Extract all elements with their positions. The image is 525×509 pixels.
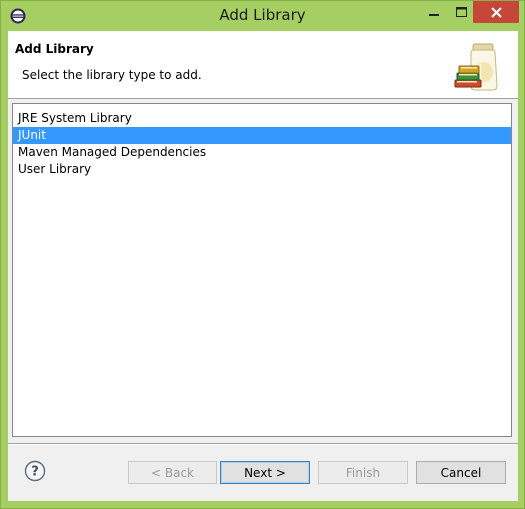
maximize-icon <box>456 7 467 17</box>
add-library-window: Add Library Add Library Select the libra… <box>0 0 525 509</box>
wizard-banner: Add Library Select the library type to a… <box>8 31 518 99</box>
banner-title: Add Library <box>15 42 94 56</box>
list-item[interactable]: JUnit <box>13 127 511 144</box>
help-icon[interactable]: ? <box>24 460 46 482</box>
cancel-button[interactable]: Cancel <box>416 461 506 484</box>
back-button[interactable]: < Back <box>128 461 217 484</box>
close-button[interactable] <box>473 1 519 23</box>
next-button[interactable]: Next > <box>220 461 310 484</box>
library-jar-icon <box>454 43 498 91</box>
banner-subtitle: Select the library type to add. <box>22 68 202 82</box>
list-item[interactable]: User Library <box>13 161 511 178</box>
close-icon <box>490 6 502 18</box>
minimize-icon <box>428 14 439 16</box>
list-item[interactable]: JRE System Library <box>13 110 511 127</box>
list-item[interactable]: Maven Managed Dependencies <box>13 144 511 161</box>
maximize-button[interactable] <box>448 1 475 23</box>
title-bar[interactable]: Add Library <box>1 1 524 31</box>
dialog-client-area: Add Library Select the library type to a… <box>8 31 518 501</box>
finish-button[interactable]: Finish <box>318 461 408 484</box>
library-type-list[interactable]: JRE System Library JUnit Maven Managed D… <box>12 103 512 437</box>
minimize-button[interactable] <box>420 1 447 23</box>
svg-text:?: ? <box>31 465 39 480</box>
divider <box>8 444 518 445</box>
